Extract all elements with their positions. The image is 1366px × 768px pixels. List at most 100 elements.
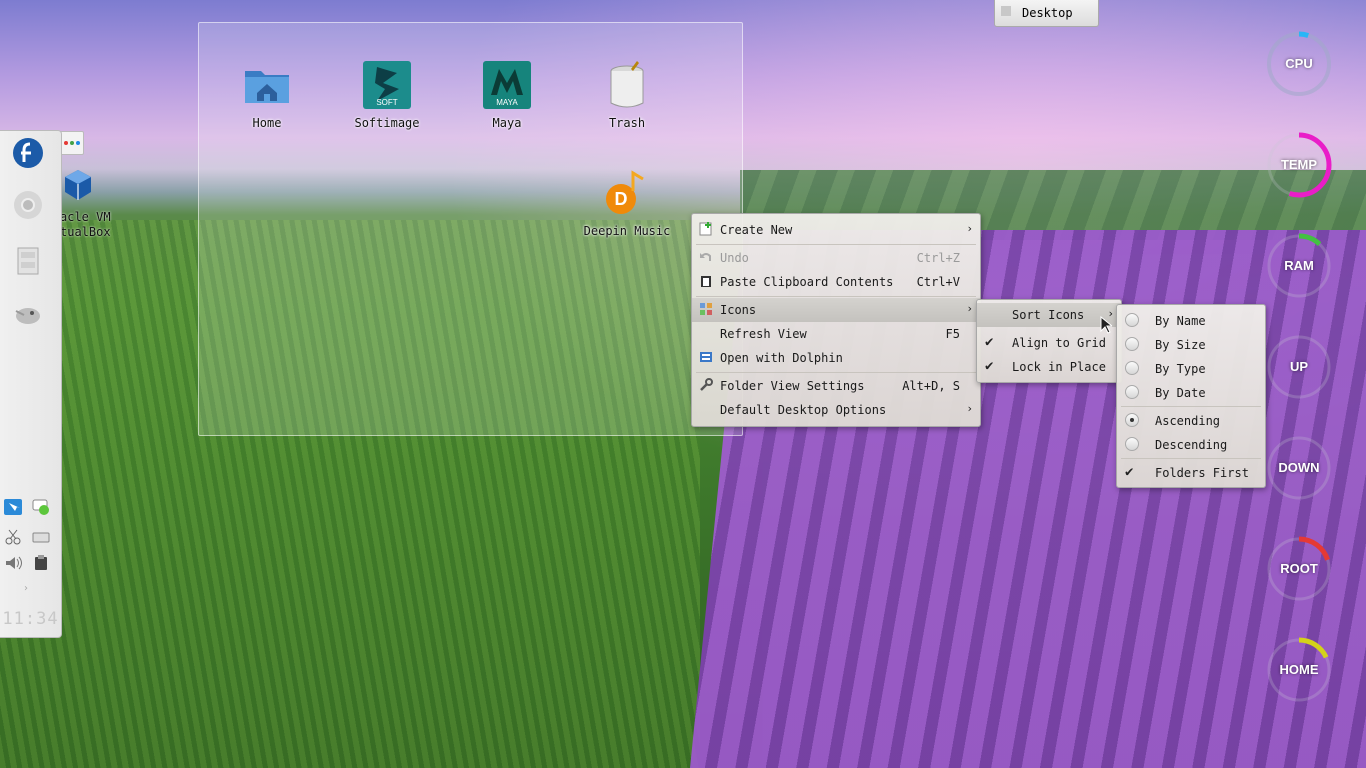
desktop-activity-tab[interactable]: Desktop	[994, 0, 1099, 27]
gauge-label: TEMP	[1280, 157, 1318, 172]
menu-item-label: Descending	[1155, 438, 1228, 452]
gimp-icon[interactable]	[12, 297, 44, 329]
gauge-cpu: CPU	[1266, 31, 1332, 97]
menu-item-label: By Date	[1155, 386, 1206, 400]
radio-button	[1125, 337, 1139, 351]
scissors-icon[interactable]	[4, 529, 22, 545]
sort-icons-submenu: By Name By Size By Type By Date Ascendin…	[1116, 304, 1266, 488]
desktop-tab-label: Desktop	[1022, 6, 1073, 20]
menu-item-label: Lock in Place	[1012, 360, 1106, 374]
gauge-label: CPU	[1285, 56, 1313, 71]
gauge-label: UP	[1289, 359, 1309, 374]
icon-label: Softimage	[354, 116, 420, 130]
panel-toolbox-button[interactable]	[60, 131, 84, 155]
fedora-launcher-icon[interactable]	[12, 137, 44, 169]
submenu-arrow-icon: ›	[966, 222, 973, 235]
icon-label: Trash	[608, 116, 646, 130]
menu-item-refresh-view[interactable]: Refresh View F5	[692, 322, 980, 346]
softimage-icon-item[interactable]: SOFT Softimage	[342, 61, 432, 130]
menu-item-undo[interactable]: Undo Ctrl+Z	[692, 246, 980, 270]
check-icon: ✔	[985, 358, 994, 374]
toolbox-dot-icon	[64, 141, 68, 145]
digital-clock: 11:34	[2, 609, 59, 629]
icons-submenu: Sort Icons › ✔ Align to Grid ✔ Lock in P…	[976, 299, 1122, 383]
radio-button	[1125, 437, 1139, 451]
check-icon: ✔	[1125, 464, 1134, 480]
radio-button	[1125, 361, 1139, 375]
keyboard-icon[interactable]	[32, 529, 50, 545]
menu-item-descending[interactable]: Descending	[1117, 433, 1265, 457]
network-manager-icon[interactable]	[4, 499, 22, 515]
menu-item-label: Folders First	[1155, 466, 1249, 480]
maya-icon-item[interactable]: MAYA Maya	[462, 61, 552, 130]
menu-item-label: Refresh View	[720, 327, 807, 341]
undo-icon	[700, 253, 711, 261]
gauge-temp: TEMP	[1266, 132, 1332, 198]
menu-item-lock-in-place[interactable]: ✔ Lock in Place	[977, 355, 1121, 379]
create-new-icon	[699, 222, 712, 236]
menu-item-label: Icons	[720, 303, 757, 317]
dolphin-icon	[700, 352, 712, 362]
chromium-icon[interactable]	[12, 189, 44, 221]
radio-button	[1125, 313, 1139, 327]
gauge-label: HOME	[1279, 662, 1319, 677]
menu-separator	[696, 372, 976, 373]
trash-icon-item[interactable]: Trash	[582, 61, 672, 130]
menu-item-label: Align to Grid	[1012, 336, 1106, 350]
gauge-ram: RAM	[1266, 233, 1332, 299]
icon-label-line2: tualBox	[60, 225, 111, 239]
virtualbox-icon	[65, 170, 91, 200]
volume-icon[interactable]	[4, 555, 22, 571]
menu-item-sort-by-date[interactable]: By Date	[1117, 381, 1265, 405]
menu-item-shortcut: Ctrl+Z	[916, 251, 960, 265]
gauge-home: HOME	[1266, 637, 1332, 703]
tray-expand-arrow-icon[interactable]: ›	[24, 583, 28, 594]
menu-item-align-to-grid[interactable]: ✔ Align to Grid	[977, 331, 1121, 355]
menu-item-paste[interactable]: Paste Clipboard Contents Ctrl+V	[692, 270, 980, 294]
gauge-up: UP	[1266, 334, 1332, 400]
menu-item-shortcut: Alt+D, S	[902, 379, 960, 393]
menu-item-label: Default Desktop Options	[720, 403, 887, 417]
svg-text:D: D	[615, 189, 628, 209]
deepin-music-icon: D	[606, 170, 644, 214]
menu-item-ascending[interactable]: Ascending	[1117, 409, 1265, 433]
menu-separator	[696, 244, 976, 245]
gauge-root: ROOT	[1266, 536, 1332, 602]
home-folder-icon-item[interactable]: Home	[222, 61, 312, 130]
icon-label: Deepin Music	[583, 224, 671, 238]
menu-item-label: Ascending	[1155, 414, 1221, 428]
submenu-arrow-icon: ›	[966, 402, 973, 415]
file-cabinet-icon[interactable]	[12, 245, 44, 277]
menu-item-sort-by-name[interactable]: By Name	[1117, 309, 1265, 333]
trash-icon	[610, 61, 644, 108]
menu-item-label: By Size	[1155, 338, 1206, 352]
menu-item-folders-first[interactable]: ✔ Folders First	[1117, 461, 1265, 485]
menu-separator	[1121, 458, 1261, 459]
gauge-down: DOWN	[1266, 435, 1332, 501]
icon-label: Home	[252, 116, 282, 130]
menu-item-icons[interactable]: Icons ›	[692, 298, 980, 322]
deepin-music-icon-item[interactable]: D Deepin Music	[582, 169, 672, 238]
radio-button	[1125, 385, 1139, 399]
svg-text:MAYA: MAYA	[496, 98, 518, 107]
menu-separator	[696, 296, 976, 297]
menu-item-create-new[interactable]: Create New ›	[692, 218, 980, 242]
submenu-arrow-icon: ›	[966, 302, 973, 315]
left-dock-panel: › 11:34	[0, 130, 62, 638]
toolbox-dot-icon	[70, 141, 74, 145]
menu-item-label: By Type	[1155, 362, 1206, 376]
clipboard-icon[interactable]	[32, 555, 50, 571]
chat-status-icon[interactable]	[32, 499, 50, 515]
menu-item-label: Open with Dolphin	[720, 351, 843, 365]
softimage-app-icon: SOFT	[363, 61, 411, 109]
menu-item-label: Create New	[720, 223, 793, 237]
menu-item-label: Undo	[720, 251, 749, 265]
menu-item-sort-by-type[interactable]: By Type	[1117, 357, 1265, 381]
menu-item-default-desktop-options[interactable]: Default Desktop Options ›	[692, 398, 980, 422]
gauge-label: DOWN	[1278, 460, 1320, 475]
gauge-label: RAM	[1284, 258, 1314, 273]
menu-item-sort-by-size[interactable]: By Size	[1117, 333, 1265, 357]
folder-view-widget[interactable]: Home SOFT Softimage MAYA Maya Trash D De…	[198, 22, 743, 436]
menu-item-folder-view-settings[interactable]: Folder View Settings Alt+D, S	[692, 374, 980, 398]
menu-item-open-with-dolphin[interactable]: Open with Dolphin	[692, 346, 980, 370]
